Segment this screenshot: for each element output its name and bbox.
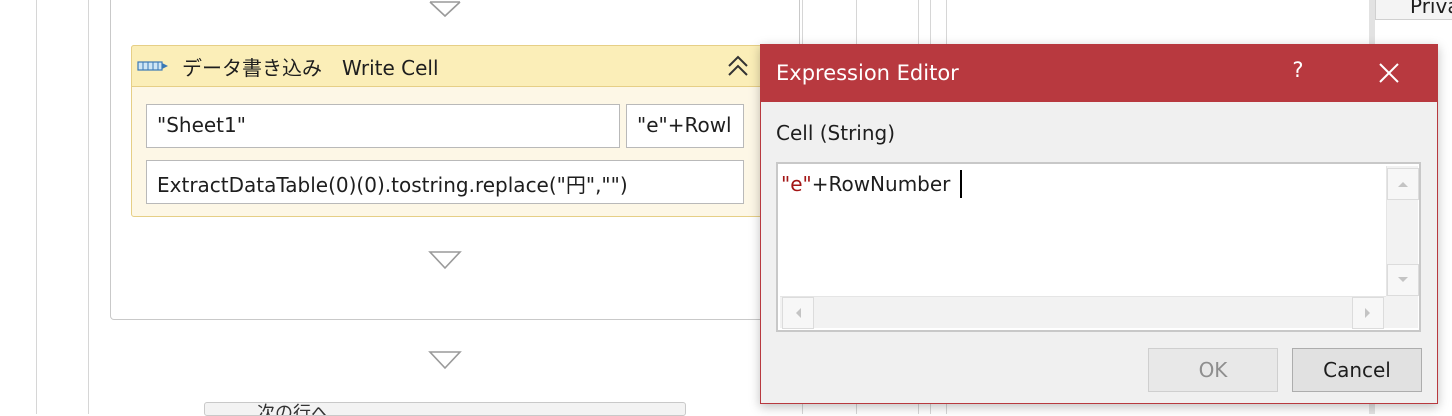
dialog-title: Expression Editor [776,61,959,85]
next-activity-title: 次の行へ [257,403,329,416]
cancel-button[interactable]: Cancel [1292,348,1422,392]
cell-field[interactable]: "e"+Rowl [626,104,744,148]
value-field[interactable]: ExtractDataTable(0)(0).tostring.replace(… [146,160,744,204]
sequence-outer-border [36,0,37,414]
write-cell-icon [137,58,169,72]
sequence-inner-border [88,0,89,414]
scroll-right-icon[interactable] [1352,297,1384,329]
close-icon[interactable] [1372,56,1406,90]
string-literal: "e" [781,172,812,196]
field-label: Cell (String) [776,121,896,145]
text-caret [960,170,962,198]
drop-arrow-icon[interactable] [428,0,462,20]
horizontal-scrollbar[interactable] [780,296,1386,329]
vertical-scrollbar[interactable] [1386,166,1419,296]
properties-header-text: Priva [1410,0,1452,18]
expression-text[interactable]: "e"+RowNumber [781,172,950,196]
scroll-up-icon[interactable] [1387,168,1419,200]
ok-button[interactable]: OK [1148,348,1278,392]
scroll-left-icon[interactable] [782,297,814,329]
sheet-name-field[interactable]: "Sheet1" [146,104,620,148]
expression-rest: +RowNumber [811,172,951,196]
collapse-icon[interactable] [726,53,750,79]
drop-arrow-icon[interactable] [428,250,462,270]
scroll-down-icon[interactable] [1387,264,1419,296]
scrollbar-corner [1386,296,1418,328]
help-button[interactable]: ? [1282,58,1314,88]
activity-title: データ書き込み Write Cell [182,56,439,80]
drop-arrow-icon[interactable] [428,350,462,370]
